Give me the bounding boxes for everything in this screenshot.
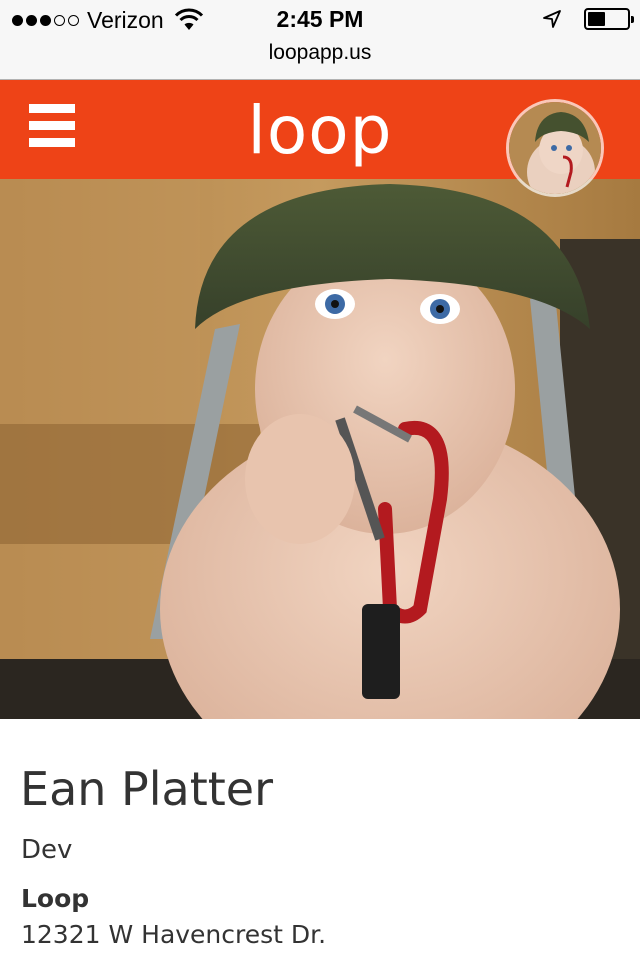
url-bar[interactable]: loopapp.us [0, 40, 640, 80]
status-right [542, 8, 634, 30]
baby-in-helmet-photo [0, 179, 640, 719]
profile-title: Dev [21, 835, 73, 865]
profile-company: Loop [21, 884, 90, 913]
status-bar: Verizon 2:45 PM [0, 0, 640, 40]
location-arrow-icon [543, 10, 561, 28]
carrier-name: Verizon [87, 6, 164, 33]
profile-photo [0, 179, 640, 719]
signal-strength-icon [12, 14, 79, 26]
profile-avatar[interactable] [506, 99, 604, 197]
wifi-icon [174, 8, 203, 30]
url-text: loopapp.us [268, 41, 372, 64]
battery-fill [588, 12, 605, 26]
profile-address: 12321 W Havencrest Dr. [21, 920, 327, 949]
status-left: Verizon [12, 6, 204, 34]
battery-icon [584, 8, 634, 30]
profile-name: Ean Platter [20, 762, 274, 816]
